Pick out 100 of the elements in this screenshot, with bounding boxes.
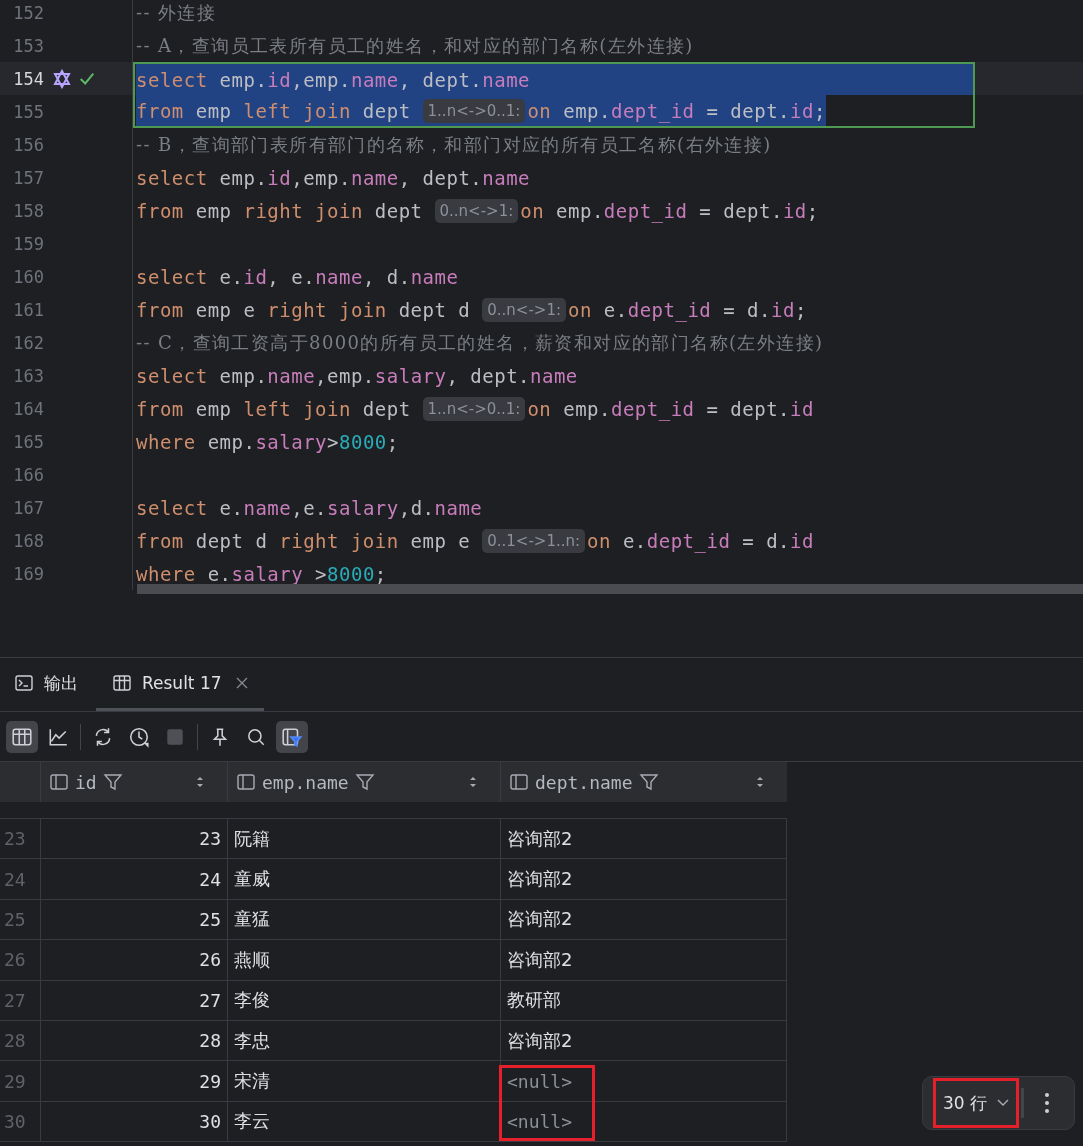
field-name: name xyxy=(267,364,316,387)
code-text: emp e xyxy=(409,529,472,552)
line-number: 168 xyxy=(12,530,44,551)
line-number: 161 xyxy=(12,299,44,320)
code-text: dept d xyxy=(397,298,472,321)
table-cell: 咨询部2 xyxy=(507,867,573,892)
more-options-icon[interactable] xyxy=(1044,1092,1050,1114)
row-number: 25 xyxy=(3,907,27,932)
code-text: e. xyxy=(602,298,628,321)
field-name: id xyxy=(790,529,814,552)
code-comment: -- 外连接 xyxy=(136,0,217,25)
field-name: salary xyxy=(255,430,328,453)
sort-icon[interactable] xyxy=(468,775,478,789)
code-comment: -- C，查询工资高于8000的所有员工的姓名，薪资和对应的部门名称(左外连接) xyxy=(136,330,824,355)
terminal-icon xyxy=(14,673,34,693)
chevron-down-icon xyxy=(997,1099,1009,1107)
table-cell: 宋清 xyxy=(227,1061,500,1101)
code-text: emp xyxy=(194,199,233,222)
sort-icon[interactable] xyxy=(195,775,205,789)
line-number: 159 xyxy=(12,233,44,254)
inlay-hint: 0..n<->1: xyxy=(434,198,519,223)
table-cell: 童猛 xyxy=(227,899,500,940)
line-number: 155 xyxy=(12,101,44,122)
code-text: e. xyxy=(206,562,232,585)
code-text: , dept. xyxy=(398,68,483,91)
table-cell: 阮籍 xyxy=(227,819,500,859)
code-text: ; xyxy=(813,99,826,122)
code-text: emp e xyxy=(194,298,257,321)
line-number: 156 xyxy=(12,134,44,155)
panel-tab[interactable]: 输出 xyxy=(10,658,86,711)
line-number: 157 xyxy=(12,167,44,188)
code-text: , dept. xyxy=(446,364,531,387)
row-number: 27 xyxy=(3,988,27,1013)
panel-tab[interactable]: Result 17 xyxy=(96,658,264,711)
code-text: emp xyxy=(194,397,233,420)
field-name: name xyxy=(350,166,399,189)
keyword: from xyxy=(136,298,184,321)
line-number: 160 xyxy=(12,266,44,287)
field-name: id xyxy=(790,99,814,122)
sort-icon[interactable] xyxy=(755,775,765,789)
line-number: 154 xyxy=(12,68,44,89)
inlay-hint: 0..n<->1: xyxy=(482,297,566,322)
table-cell: 咨询部2 xyxy=(507,826,573,851)
line-number: 163 xyxy=(12,365,44,386)
line-number: 152 xyxy=(12,2,44,23)
table-cell: 27 xyxy=(40,980,227,1020)
line-number: 169 xyxy=(12,563,44,584)
table-cell: 30 xyxy=(40,1101,227,1142)
history-icon xyxy=(128,725,150,748)
code-text: ; xyxy=(386,430,399,453)
code-text: dept xyxy=(361,397,412,420)
column-icon xyxy=(49,772,69,792)
line-number: 164 xyxy=(12,398,44,419)
filter-panel-button[interactable] xyxy=(276,720,308,753)
scrollbar-thumb[interactable] xyxy=(137,584,1083,594)
column-icon xyxy=(509,772,529,792)
code-text: = dept. xyxy=(705,99,791,122)
table-icon xyxy=(112,673,132,693)
keyword: where xyxy=(136,562,196,585)
code-text: emp. xyxy=(218,68,268,91)
table-cell: 李云 xyxy=(227,1101,500,1142)
code-text: > xyxy=(327,430,339,453)
code-text: = dept. xyxy=(705,397,791,420)
field-name: id xyxy=(771,298,795,321)
table-button[interactable] xyxy=(6,720,38,753)
code-text: ; xyxy=(374,562,387,585)
table-cell: 李俊 xyxy=(227,980,500,1020)
keyword: left join xyxy=(243,397,351,420)
close-icon[interactable] xyxy=(235,677,248,689)
field-name: id xyxy=(267,68,292,91)
line-number: 165 xyxy=(12,431,44,452)
line-number: 166 xyxy=(12,464,44,485)
code-text: ,e. xyxy=(291,496,328,519)
row-count-dropdown[interactable]: 30 行 xyxy=(932,1078,1019,1128)
keyword: on xyxy=(568,298,592,321)
field-name: name xyxy=(350,68,399,91)
column-icon xyxy=(236,772,256,792)
filter-icon[interactable] xyxy=(102,772,123,792)
code-text: > xyxy=(314,562,328,585)
keyword: on xyxy=(527,397,552,420)
filter-icon[interactable] xyxy=(638,772,659,792)
table-cell: 29 xyxy=(40,1061,227,1101)
filter-icon[interactable] xyxy=(354,772,375,792)
number-literal: 8000 xyxy=(339,430,387,453)
row-number: 29 xyxy=(3,1069,27,1094)
code-text: ,emp. xyxy=(315,364,375,387)
field-name: id xyxy=(267,166,292,189)
table-cell: 23 xyxy=(40,819,227,859)
keyword: where xyxy=(136,430,196,453)
code-text: emp. xyxy=(206,430,256,453)
keyword: right join xyxy=(267,298,387,321)
line-number: 167 xyxy=(12,497,44,518)
code-text: emp. xyxy=(562,397,611,420)
keyword: from xyxy=(136,199,184,222)
code-text: e. xyxy=(621,529,647,552)
code-comment: -- B，查询部门表所有部门的名称，和部门对应的所有员工名称(右外连接) xyxy=(136,132,772,157)
line-number: 158 xyxy=(12,200,44,221)
line-number: 162 xyxy=(12,332,44,353)
code-text: , dept. xyxy=(398,166,483,189)
number-literal: 8000 xyxy=(327,562,375,585)
